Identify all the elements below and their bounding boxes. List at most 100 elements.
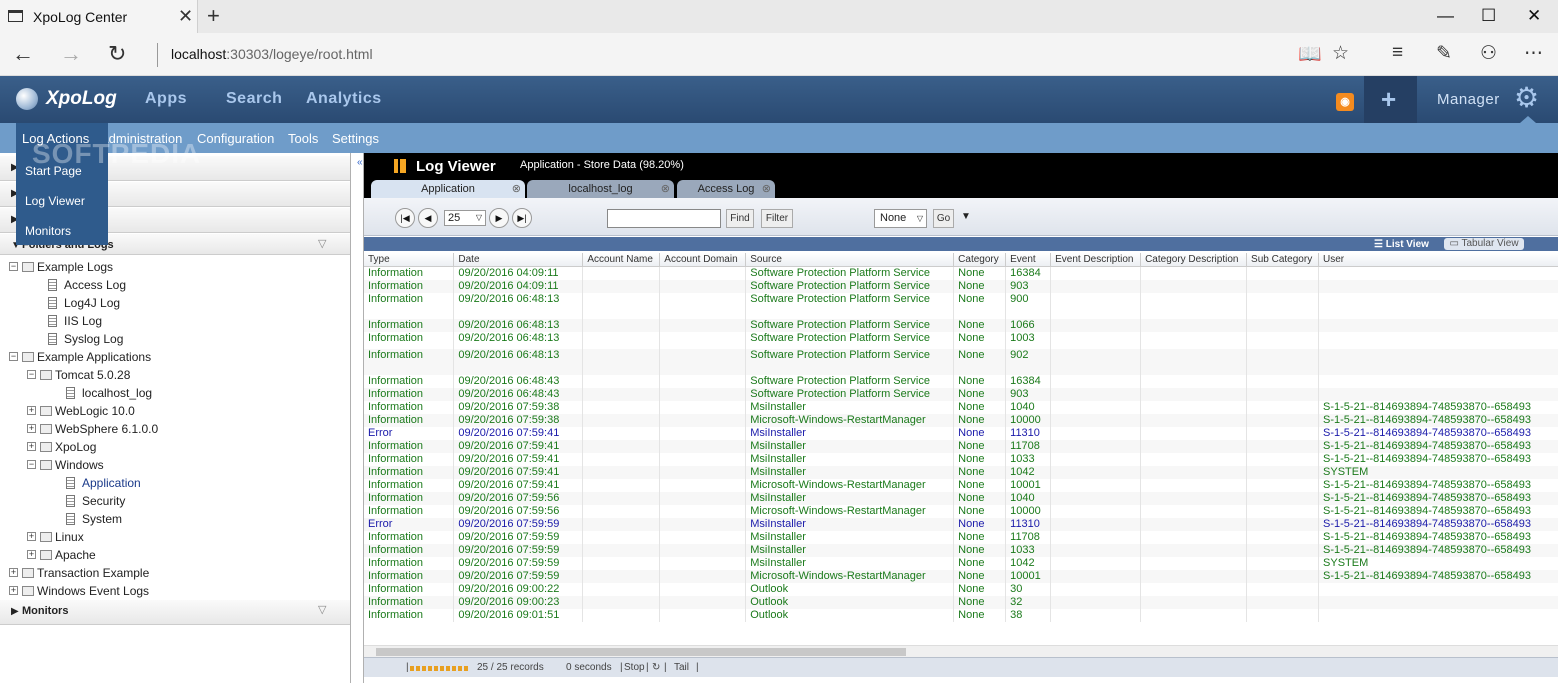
go-button[interactable]: Go	[933, 209, 954, 228]
table-row[interactable]: Error 09/20/2016 07:59:59 MsiInstaller None…	[364, 517, 1558, 531]
tabular-view-button[interactable]: ▭ Tabular View	[1444, 238, 1524, 250]
expand-icon[interactable]: +	[27, 424, 36, 433]
table-row[interactable]: Information 09/20/2016 07:59:41 MsiInstall…	[364, 452, 1558, 466]
minimize-icon[interactable]: —	[1437, 6, 1454, 26]
close-tab-icon[interactable]: ⊗	[661, 180, 670, 198]
page-size-select[interactable]: 25 ▽	[444, 210, 486, 226]
share-icon[interactable]: ⚇	[1480, 42, 1497, 65]
table-row[interactable]: Information 09/20/2016 06:48:43 Software P…	[364, 374, 1558, 388]
chevron-down-icon[interactable]: ▽	[318, 237, 326, 250]
column-header[interactable]: Category	[953, 253, 1007, 267]
column-header[interactable]: Event Description	[1050, 253, 1142, 267]
expand-icon[interactable]: +	[27, 442, 36, 451]
hub-icon[interactable]: ≡	[1392, 42, 1403, 64]
expand-icon[interactable]: +	[9, 568, 18, 577]
nav-analytics[interactable]: Analytics	[306, 90, 382, 108]
back-icon[interactable]: ←	[12, 41, 34, 67]
dropdown-arrow-icon[interactable]: ▼	[961, 211, 971, 222]
expand-icon[interactable]: +	[27, 532, 36, 541]
list-view-button[interactable]: ☰ List View	[1374, 239, 1429, 250]
close-tab-icon[interactable]: ⊗	[762, 180, 771, 198]
collapse-icon[interactable]: −	[9, 262, 18, 271]
column-header[interactable]: Account Name	[582, 253, 661, 267]
url-field[interactable]: localhost:30303/logeye/root.html	[171, 46, 373, 62]
table-row[interactable]: Information 09/20/2016 07:59:56 Microsoft-…	[364, 504, 1558, 518]
collapse-icon[interactable]: −	[27, 460, 36, 469]
column-header[interactable]: Date	[453, 253, 584, 267]
column-header[interactable]: Category Description	[1140, 253, 1248, 267]
collapse-icon[interactable]: −	[27, 370, 36, 379]
close-window-icon[interactable]: ✕	[1527, 6, 1541, 26]
column-header[interactable]: Event	[1005, 253, 1052, 267]
browser-tab[interactable]: XpoLog Center ✕	[0, 0, 198, 33]
expand-icon[interactable]: +	[27, 550, 36, 559]
filter-button[interactable]: Filter	[761, 209, 793, 228]
tab-access-log[interactable]: Access Log ⊗	[677, 180, 775, 198]
table-row[interactable]: Information 09/20/2016 07:59:41 MsiInstall…	[364, 465, 1558, 479]
add-button[interactable]: +	[1364, 76, 1417, 123]
table-row[interactable]: Information 09/20/2016 07:59:59 MsiInstall…	[364, 556, 1558, 570]
menu-settings[interactable]: Settings	[332, 131, 379, 146]
table-row[interactable]: Information 09/20/2016 09:00:23 Outlook Non…	[364, 595, 1558, 609]
table-row[interactable]: Information 09/20/2016 07:59:59 MsiInstall…	[364, 530, 1558, 544]
horizontal-scrollbar[interactable]	[364, 645, 1558, 657]
table-row[interactable]: Information 09/20/2016 06:48:13 Software P…	[364, 292, 1558, 319]
last-page-icon[interactable]: ▶|	[512, 208, 532, 228]
more-icon[interactable]: ⋯	[1524, 42, 1543, 65]
expand-icon[interactable]: +	[9, 586, 18, 595]
close-tab-icon[interactable]: ✕	[178, 6, 193, 27]
maximize-icon[interactable]: ☐	[1481, 6, 1496, 26]
prev-page-icon[interactable]: ◀	[418, 208, 438, 228]
chevron-down-icon[interactable]: ▽	[318, 603, 326, 616]
rss-icon[interactable]: ◉	[1336, 93, 1354, 111]
collapse-icon[interactable]: −	[9, 352, 18, 361]
scroll-thumb[interactable]	[376, 648, 906, 656]
nav-apps[interactable]: Apps	[145, 90, 187, 108]
refresh-icon[interactable]: ↻	[652, 662, 660, 673]
column-header[interactable]: Sub Category	[1246, 253, 1320, 267]
column-header[interactable]: Source	[745, 253, 955, 267]
column-header[interactable]: Account Domain	[659, 253, 747, 267]
expand-icon[interactable]: +	[27, 406, 36, 415]
table-row[interactable]: Information 09/20/2016 07:59:59 Microsoft-…	[364, 569, 1558, 583]
web-note-icon[interactable]: ✎	[1436, 42, 1452, 65]
table-row[interactable]: Information 09/20/2016 07:59:41 Microsoft-…	[364, 478, 1558, 492]
gear-icon[interactable]: ⚙	[1514, 81, 1539, 114]
close-tab-icon[interactable]: ⊗	[512, 180, 521, 198]
nav-search[interactable]: Search	[226, 90, 282, 108]
tab-localhost-log[interactable]: localhost_log ⊗	[527, 180, 674, 198]
none-select[interactable]: None ▽	[874, 209, 927, 228]
table-row[interactable]: Information 09/20/2016 07:59:41 MsiInstall…	[364, 439, 1558, 453]
table-row[interactable]: Information 09/20/2016 06:48:13 Software P…	[364, 318, 1558, 332]
reading-view-icon[interactable]: 📖	[1298, 42, 1322, 66]
next-page-icon[interactable]: ▶	[489, 208, 509, 228]
table-row[interactable]: Information 09/20/2016 07:59:38 MsiInstall…	[364, 400, 1558, 414]
column-header[interactable]: Type	[364, 253, 455, 267]
monitors-header[interactable]: ▶ Monitors ▽	[0, 600, 350, 625]
menu-tools[interactable]: Tools	[288, 131, 318, 146]
new-tab-icon[interactable]: +	[207, 3, 220, 29]
collapse-panel-icon[interactable]: «	[357, 157, 363, 168]
find-button[interactable]: Find	[726, 209, 754, 228]
table-row[interactable]: Information 09/20/2016 07:59:38 Microsoft-…	[364, 413, 1558, 427]
table-row[interactable]: Information 09/20/2016 09:01:51 Outlook Non…	[364, 608, 1558, 622]
tail-button[interactable]: Tail	[674, 662, 689, 673]
table-row[interactable]: Information 09/20/2016 07:59:59 MsiInstall…	[364, 543, 1558, 557]
table-row[interactable]: Information 09/20/2016 06:48:13 Software P…	[364, 348, 1558, 375]
table-row[interactable]: Information 09/20/2016 09:00:22 Outlook Non…	[364, 582, 1558, 596]
table-row[interactable]: Information 09/20/2016 04:09:11 Software P…	[364, 279, 1558, 293]
search-input[interactable]	[607, 209, 721, 228]
forward-icon[interactable]: →	[60, 41, 82, 67]
dropdown-monitors[interactable]: Monitors	[25, 224, 71, 238]
refresh-icon[interactable]: ↻	[108, 41, 126, 67]
table-row[interactable]: Information 09/20/2016 06:48:13 Software P…	[364, 331, 1558, 349]
table-row[interactable]: Error 09/20/2016 07:59:41 MsiInstaller None…	[364, 426, 1558, 440]
column-header[interactable]: User	[1318, 253, 1558, 267]
manager-link[interactable]: Manager	[1437, 91, 1500, 108]
table-row[interactable]: Information 09/20/2016 07:59:56 MsiInstall…	[364, 491, 1558, 505]
app-logo[interactable]: XpoLog	[46, 88, 117, 110]
favorite-star-icon[interactable]: ☆	[1332, 42, 1349, 65]
dropdown-log-viewer[interactable]: Log Viewer	[25, 194, 85, 208]
tab-application[interactable]: Application ⊗	[371, 180, 525, 198]
stop-button[interactable]: Stop	[624, 662, 645, 673]
